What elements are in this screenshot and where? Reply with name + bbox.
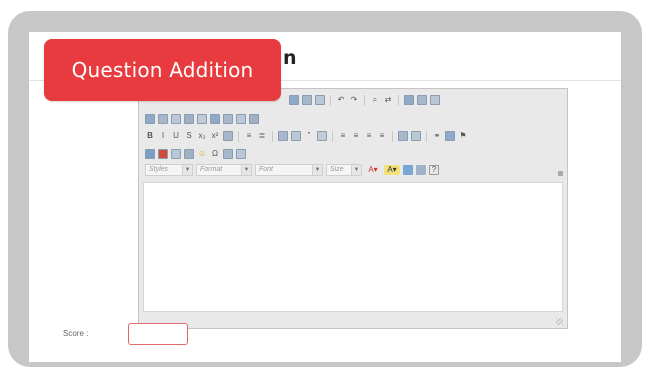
rich-text-editor: ↶ ↷ ⌕ ⇄ B I U Sx₂ x² ≡ ≣” ≡ ≡ ≡ ≡ ⚭ ⚑ ☺ Ω Styles ▼ Format… <box>138 88 568 329</box>
select-all-icon[interactable] <box>404 95 414 105</box>
form-icon[interactable] <box>145 114 155 124</box>
hiddenfield-icon[interactable] <box>249 114 259 124</box>
about-icon[interactable]: ? <box>429 165 439 175</box>
superscript-icon[interactable]: x² <box>210 131 220 141</box>
italic-icon[interactable]: I <box>158 131 168 141</box>
text-color-icon[interactable]: A▾ <box>365 165 381 175</box>
numbered-list-icon[interactable]: ≡ <box>244 131 254 141</box>
spellcheck-icon[interactable] <box>417 95 427 105</box>
showblocks-icon[interactable] <box>416 165 426 175</box>
underline-icon[interactable]: U <box>171 131 181 141</box>
textfield-icon[interactable] <box>184 114 194 124</box>
creatediv-icon[interactable] <box>317 131 327 141</box>
imagebutton-icon[interactable] <box>236 114 246 124</box>
size-combo-label: Size <box>330 166 344 173</box>
specialchar-icon[interactable]: Ω <box>210 149 220 159</box>
redo-icon[interactable]: ↷ <box>349 95 359 105</box>
toolbar-row-basicstyles: B I U Sx₂ x² ≡ ≣” ≡ ≡ ≡ ≡ ⚭ ⚑ <box>145 129 468 143</box>
table-icon[interactable] <box>171 149 181 159</box>
align-left-icon[interactable]: ≡ <box>338 131 348 141</box>
toolbar-separator <box>332 130 333 142</box>
chevron-down-icon: ▼ <box>182 165 192 175</box>
undo-icon[interactable]: ↶ <box>336 95 346 105</box>
link-icon[interactable]: ⚭ <box>432 131 442 141</box>
editor-content-area[interactable] <box>143 182 563 312</box>
textarea-icon[interactable] <box>197 114 207 124</box>
question-addition-badge: Question Addition <box>44 39 281 101</box>
align-right-icon[interactable]: ≡ <box>364 131 374 141</box>
format-combo[interactable]: Format ▼ <box>196 164 252 176</box>
spellcheck-menu-icon[interactable] <box>430 95 440 105</box>
page-title-fragment: n <box>283 47 297 69</box>
styles-combo-label: Styles <box>149 166 169 173</box>
indent-icon[interactable] <box>291 131 301 141</box>
toolbar-row-styles: Styles ▼ Format ▼ Font ▼ Size ▼ A▾ A▾ ? <box>145 163 439 177</box>
clipboard-icon[interactable] <box>289 95 299 105</box>
toolbar-row-insert: ☺ Ω <box>145 147 246 161</box>
score-label: Score : <box>63 329 89 338</box>
toolbar-separator <box>330 94 331 106</box>
toolbar-separator <box>364 94 365 106</box>
flash-icon[interactable] <box>158 149 168 159</box>
toolbar-separator <box>238 130 239 142</box>
replace-icon[interactable]: ⇄ <box>383 95 393 105</box>
removeformat-icon[interactable] <box>223 131 233 141</box>
toolbar-row-document: ↶ ↷ ⌕ ⇄ <box>289 93 440 107</box>
font-combo-label: Font <box>259 166 274 173</box>
anchor-icon[interactable]: ⚑ <box>458 131 468 141</box>
ltr-icon[interactable] <box>398 131 408 141</box>
find-icon[interactable]: ⌕ <box>370 95 380 105</box>
align-justify-icon[interactable]: ≡ <box>377 131 387 141</box>
blockquote-icon[interactable]: ” <box>304 131 314 141</box>
hr-icon[interactable] <box>184 149 194 159</box>
toolbar-collapse-toggle[interactable] <box>558 171 563 176</box>
paste-word-icon[interactable] <box>315 95 325 105</box>
format-combo-label: Format <box>200 166 223 173</box>
outdent-icon[interactable] <box>278 131 288 141</box>
pagebreak-icon[interactable] <box>223 149 233 159</box>
toolbar-separator <box>272 130 273 142</box>
chevron-down-icon: ▼ <box>241 165 251 175</box>
smiley-icon[interactable]: ☺ <box>197 149 207 159</box>
bulleted-list-icon[interactable]: ≣ <box>257 131 267 141</box>
button-icon[interactable] <box>223 114 233 124</box>
subscript-icon[interactable]: x₂ <box>197 131 207 141</box>
paste-text-icon[interactable] <box>302 95 312 105</box>
select-icon[interactable] <box>210 114 220 124</box>
image-icon[interactable] <box>145 149 155 159</box>
toolbar-row-forms <box>145 112 259 126</box>
toolbar-separator <box>426 130 427 142</box>
font-combo[interactable]: Font ▼ <box>255 164 323 176</box>
bg-color-icon[interactable]: A▾ <box>384 165 400 175</box>
chevron-down-icon: ▼ <box>312 165 322 175</box>
toolbar-separator <box>398 94 399 106</box>
editor-toolbar: ↶ ↷ ⌕ ⇄ B I U Sx₂ x² ≡ ≣” ≡ ≡ ≡ ≡ ⚭ ⚑ ☺ Ω Styles ▼ Format… <box>139 89 567 179</box>
checkbox-icon[interactable] <box>158 114 168 124</box>
toolbar-separator <box>392 130 393 142</box>
resize-grip-icon[interactable] <box>556 318 563 325</box>
strike-icon[interactable]: S <box>184 131 194 141</box>
chevron-down-icon: ▼ <box>351 165 361 175</box>
radio-icon[interactable] <box>171 114 181 124</box>
size-combo[interactable]: Size ▼ <box>326 164 362 176</box>
iframe-icon[interactable] <box>236 149 246 159</box>
maximize-icon[interactable] <box>403 165 413 175</box>
styles-combo[interactable]: Styles ▼ <box>145 164 193 176</box>
bold-icon[interactable]: B <box>145 131 155 141</box>
rtl-icon[interactable] <box>411 131 421 141</box>
unlink-icon[interactable] <box>445 131 455 141</box>
align-center-icon[interactable]: ≡ <box>351 131 361 141</box>
score-input[interactable] <box>128 323 188 345</box>
